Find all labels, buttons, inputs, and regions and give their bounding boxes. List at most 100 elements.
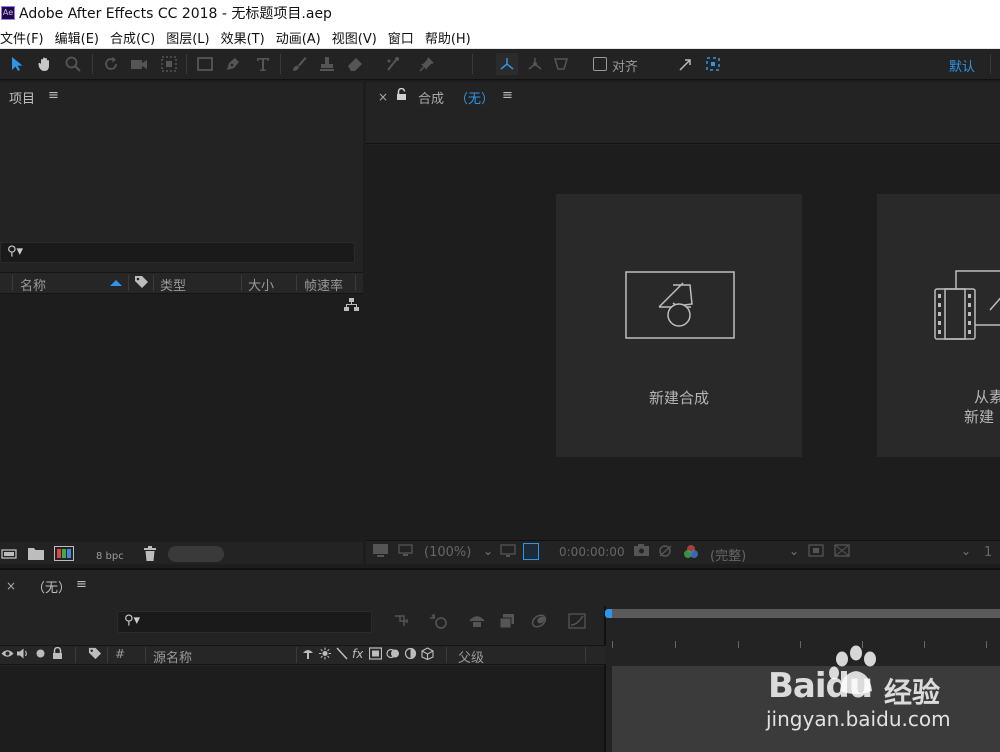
column-size[interactable]: 大小 [248, 275, 274, 294]
motion-blur-icon[interactable] [528, 613, 550, 631]
close-icon[interactable]: × [378, 90, 388, 104]
video-visibility-icon[interactable] [1, 647, 14, 663]
menu-layer[interactable]: 图层(L) [166, 28, 209, 47]
column-frame-rate[interactable]: 帧速率 [304, 275, 343, 294]
workspace-default-tab[interactable]: 默认 [949, 56, 975, 75]
quality-switch-icon[interactable] [336, 647, 348, 663]
flowchart-icon[interactable] [344, 298, 359, 316]
project-panel-title[interactable]: 项目 [9, 88, 35, 107]
transparency-grid-icon[interactable] [834, 544, 850, 558]
composition-tab-name[interactable]: （无） [455, 88, 494, 107]
work-area-start-handle[interactable] [605, 609, 612, 618]
thumbnail-size-slider[interactable] [168, 546, 224, 562]
column-type[interactable]: 类型 [160, 275, 186, 294]
collapse-transform-icon[interactable] [319, 647, 331, 663]
snap-to-grid-icon[interactable] [702, 53, 724, 75]
menu-edit[interactable]: 编辑(E) [55, 28, 99, 47]
graph-editor-icon[interactable] [566, 613, 588, 631]
region-of-interest-icon[interactable] [808, 544, 824, 558]
search-icon[interactable]: ⚲▾ [7, 244, 23, 259]
panel-menu-icon[interactable]: ≡ [76, 577, 87, 592]
frame-blend-switch-icon[interactable] [368, 647, 383, 663]
type-tool-icon[interactable] [252, 53, 274, 75]
always-preview-icon[interactable] [372, 544, 388, 558]
menu-help[interactable]: 帮助(H) [425, 28, 471, 47]
eraser-tool-icon[interactable] [344, 53, 366, 75]
layer-number-column[interactable]: # [115, 647, 125, 661]
chevron-down-icon[interactable]: ⌄ [480, 544, 496, 558]
interpret-footage-icon[interactable] [1, 547, 17, 565]
current-time-display[interactable]: 0:00:00:00 [559, 545, 625, 559]
draft-3d-icon[interactable] [428, 613, 450, 631]
composition-tab-label[interactable]: 合成 [418, 88, 444, 107]
3d-layer-icon[interactable] [421, 647, 434, 663]
rgb-channels-icon[interactable] [683, 544, 699, 558]
magnification-dropdown[interactable]: (100%) [424, 545, 471, 560]
trash-icon[interactable] [143, 546, 157, 565]
rotate-tool-icon[interactable] [100, 53, 122, 75]
hand-tool-icon[interactable] [34, 53, 56, 75]
shy-layers-icon[interactable] [466, 613, 488, 631]
timeline-tab-title[interactable]: （无） [32, 577, 71, 596]
region-of-interest-toggle[interactable] [523, 543, 539, 560]
motion-blur-switch-icon[interactable] [386, 647, 400, 663]
label-tag-icon[interactable] [88, 647, 102, 664]
roto-brush-tool-icon[interactable] [382, 53, 404, 75]
menu-animation[interactable]: 动画(A) [276, 28, 321, 47]
menu-composition[interactable]: 合成(C) [110, 28, 155, 47]
chevron-down-icon[interactable]: ⌄ [958, 544, 974, 558]
resolution-dropdown[interactable]: (完整) [710, 545, 746, 564]
brush-tool-icon[interactable] [288, 53, 310, 75]
menu-file[interactable]: 文件(F) [0, 28, 44, 47]
expand-snap-icon[interactable] [674, 53, 696, 75]
camera-tool-icon[interactable] [128, 53, 150, 75]
effect-switch-label[interactable]: fx [352, 647, 363, 661]
selection-tool-icon[interactable] [6, 53, 28, 75]
work-area-bar[interactable] [608, 609, 1000, 618]
solo-icon[interactable] [35, 647, 46, 663]
world-axis-mode-icon[interactable] [524, 53, 546, 75]
views-dropdown[interactable]: 1 [984, 545, 992, 560]
menu-effect[interactable]: 效果(T) [221, 28, 265, 47]
comp-flowchart-icon[interactable] [392, 613, 414, 631]
rectangle-tool-icon[interactable] [194, 53, 216, 75]
timeline-layer-list[interactable] [0, 666, 604, 752]
menu-view[interactable]: 视图(V) [332, 28, 377, 47]
shy-switch-icon[interactable] [302, 647, 314, 663]
frame-blending-icon[interactable] [496, 613, 518, 631]
project-item-list[interactable] [0, 294, 363, 542]
label-tag-icon[interactable] [134, 275, 149, 294]
menu-window[interactable]: 窗口 [388, 28, 414, 47]
grid-guide-icon[interactable] [500, 544, 516, 558]
parent-column[interactable]: 父级 [458, 647, 484, 666]
bit-depth-label[interactable]: 8 bpc [96, 551, 124, 562]
snapshot-camera-icon[interactable] [633, 544, 649, 558]
adjustment-layer-icon[interactable] [404, 647, 417, 663]
snap-checkbox[interactable] [593, 57, 607, 71]
lock-icon[interactable] [52, 646, 63, 663]
timeline-search-input[interactable] [117, 611, 372, 633]
show-snapshot-icon[interactable] [657, 544, 673, 558]
new-composition-card[interactable] [556, 194, 802, 457]
puppet-pin-tool-icon[interactable] [416, 53, 438, 75]
source-name-column[interactable]: 源名称 [153, 647, 192, 666]
sort-ascending-icon[interactable] [110, 280, 122, 286]
chevron-down-icon[interactable]: ⌄ [786, 544, 802, 558]
clone-stamp-tool-icon[interactable] [316, 53, 338, 75]
lock-icon[interactable] [396, 87, 407, 105]
search-icon[interactable]: ⚲▾ [124, 613, 140, 628]
new-folder-icon[interactable] [28, 547, 44, 564]
view-axis-mode-icon[interactable] [550, 53, 572, 75]
new-composition-icon[interactable] [54, 546, 74, 565]
panel-menu-icon[interactable]: ≡ [48, 88, 59, 103]
column-name[interactable]: 名称 [20, 275, 46, 294]
audio-speaker-icon[interactable] [16, 647, 29, 663]
pen-tool-icon[interactable] [222, 53, 244, 75]
local-axis-mode-icon[interactable] [496, 53, 518, 75]
monitor-icon[interactable] [397, 544, 413, 558]
pan-behind-tool-icon[interactable] [158, 53, 180, 75]
project-search-input[interactable] [0, 242, 355, 263]
panel-menu-icon[interactable]: ≡ [502, 88, 513, 103]
close-icon[interactable]: × [6, 579, 16, 593]
zoom-tool-icon[interactable] [62, 53, 84, 75]
